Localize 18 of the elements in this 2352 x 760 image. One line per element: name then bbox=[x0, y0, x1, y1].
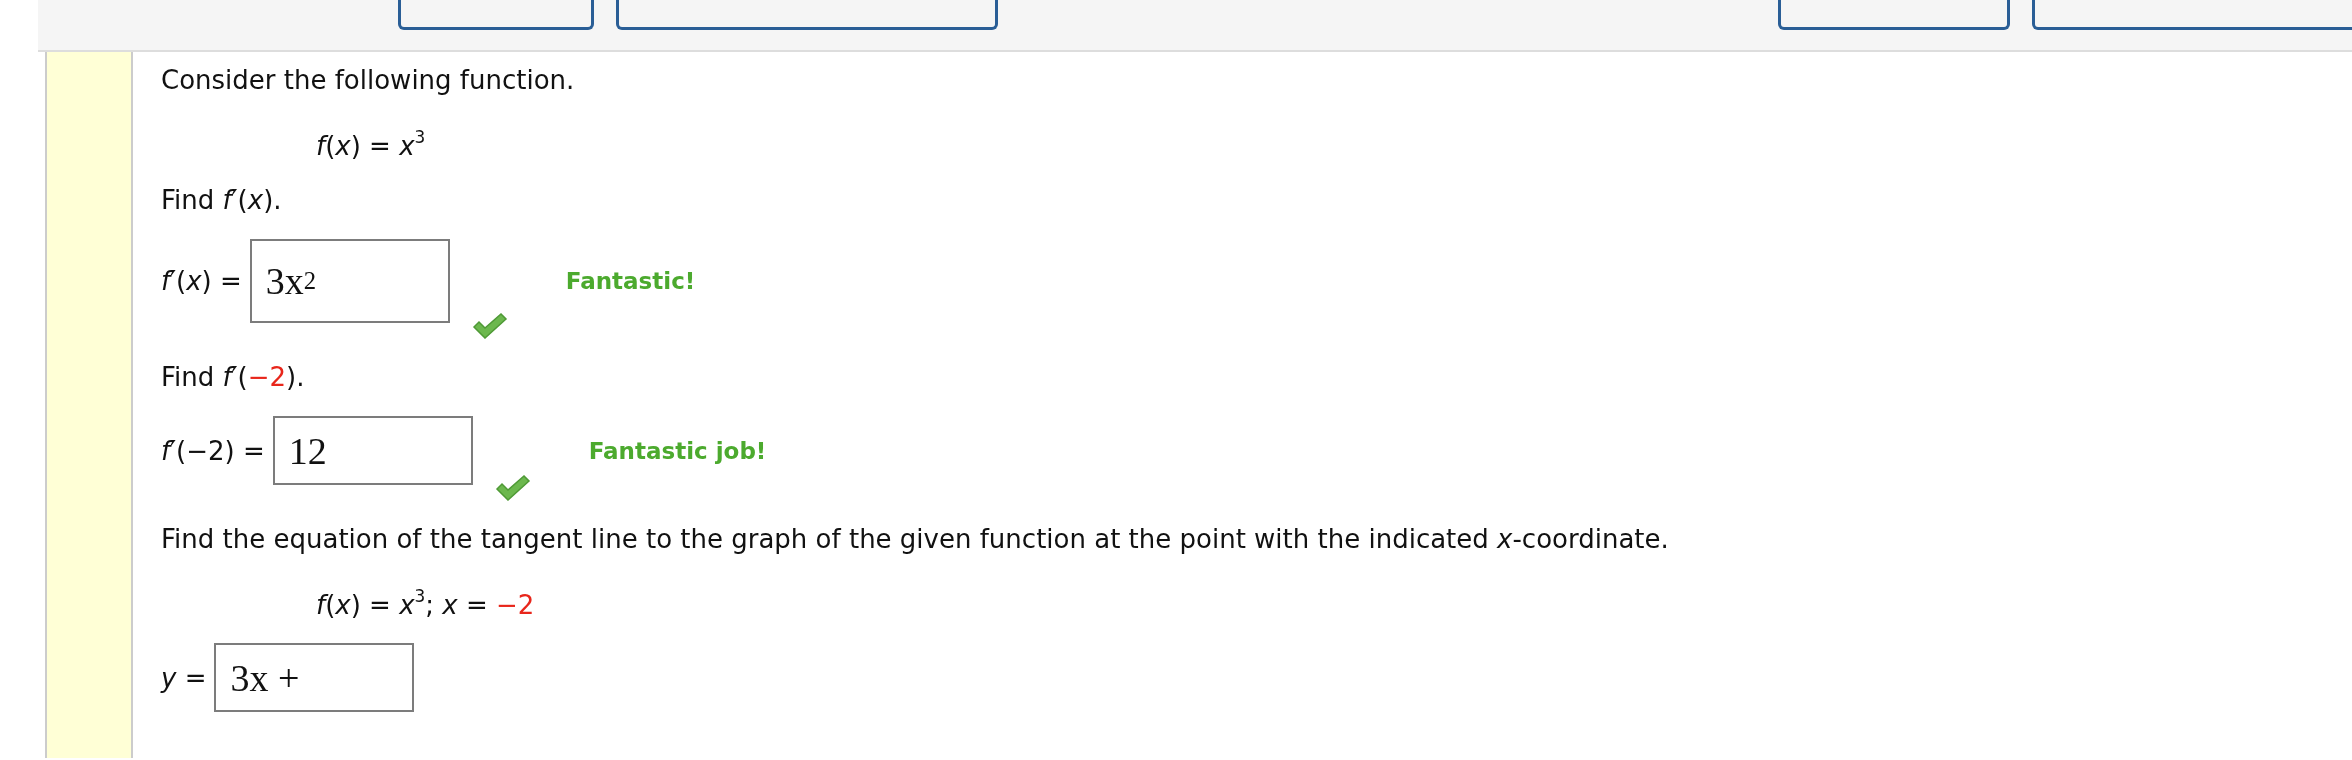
header-button[interactable] bbox=[1778, 0, 2010, 30]
answer-label: f′(−2) = bbox=[161, 434, 265, 467]
question-text: Consider the following function. bbox=[161, 64, 575, 96]
header-button[interactable] bbox=[616, 0, 998, 30]
answer-label: y = bbox=[161, 661, 207, 694]
answer-field[interactable]: 12 bbox=[272, 416, 473, 485]
formula: f(x) = x$^{3}$; x = −2 bbox=[316, 589, 535, 621]
header-button[interactable] bbox=[2032, 0, 2352, 30]
feedback-text: Fantastic! bbox=[565, 267, 696, 296]
answer-field[interactable]: 3x + bbox=[214, 643, 415, 712]
header-button[interactable] bbox=[398, 0, 594, 30]
formula: f(x) = x$^{3}$ bbox=[316, 130, 426, 162]
question-text: Find f′(−2). bbox=[161, 361, 305, 393]
answer-label: f′(x) = bbox=[161, 265, 242, 297]
question-text: Find f′(x). bbox=[161, 184, 282, 216]
question-text: Find the equation of the tangent line to the graph of the given function at the point with the indicated x-coordinate. bbox=[161, 523, 1669, 555]
feedback-text: Fantastic job! bbox=[588, 436, 767, 466]
answer-field[interactable]: 3x$^{2}$ bbox=[249, 239, 450, 323]
